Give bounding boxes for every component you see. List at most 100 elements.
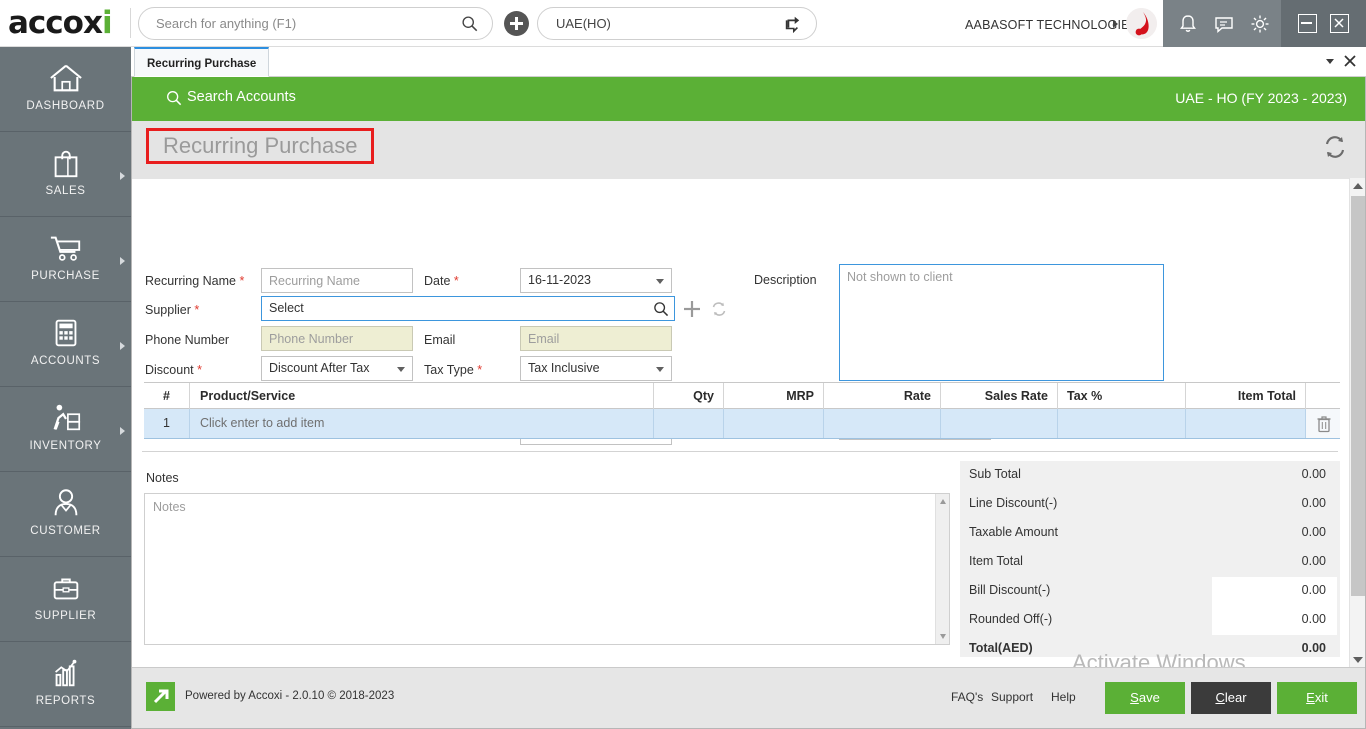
- sidebar-item-purchase[interactable]: PURCHASE: [0, 217, 131, 302]
- module-bar: Search Accounts UAE - HO (FY 2023 - 2023…: [132, 77, 1365, 121]
- sidebar: DASHBOARD SALES PURCHASE ACCOUNTS INVENT…: [0, 47, 131, 729]
- cell-mrp[interactable]: [724, 409, 824, 438]
- search-input[interactable]: [156, 8, 451, 39]
- col-header-item-total: Item Total: [1186, 383, 1306, 409]
- refresh-supplier-icon[interactable]: [710, 300, 728, 318]
- tab-recurring-purchase[interactable]: Recurring Purchase: [134, 47, 269, 77]
- sidebar-item-sales[interactable]: SALES: [0, 132, 131, 217]
- save-rest: ave: [1139, 690, 1160, 705]
- switch-branch-icon[interactable]: [783, 15, 801, 33]
- tax-type-select[interactable]: Tax Inclusive: [520, 356, 672, 381]
- notes-label: Notes: [146, 471, 179, 485]
- shopping-bag-icon: [47, 146, 85, 180]
- cell-tax[interactable]: [1058, 409, 1186, 438]
- faq-link[interactable]: FAQ's: [951, 690, 983, 704]
- global-search[interactable]: [138, 7, 493, 40]
- scroll-down-icon[interactable]: [1353, 657, 1363, 663]
- cell-rate[interactable]: [824, 409, 941, 438]
- branch-selector[interactable]: UAE(HO): [537, 7, 817, 40]
- shopping-cart-icon: [47, 231, 85, 265]
- chevron-down-icon[interactable]: [656, 279, 664, 284]
- sidebar-item-customer[interactable]: CUSTOMER: [0, 472, 131, 557]
- rounded-off-input[interactable]: 0.00: [1302, 612, 1326, 626]
- chevron-down-icon[interactable]: [656, 367, 664, 372]
- help-link[interactable]: Help: [1051, 690, 1076, 704]
- chevron-right-icon: [120, 342, 125, 350]
- description-label: Description: [754, 273, 817, 287]
- email-input[interactable]: [520, 326, 672, 351]
- date-label: Date *: [424, 274, 459, 288]
- discount-select[interactable]: Discount After Tax: [261, 356, 413, 381]
- tab-list-caret-icon[interactable]: [1326, 59, 1334, 64]
- recurring-name-label: Recurring Name *: [145, 274, 244, 288]
- clear-button[interactable]: Clear: [1191, 682, 1271, 714]
- exit-button[interactable]: Exit: [1277, 682, 1357, 714]
- chevron-down-icon[interactable]: [397, 367, 405, 372]
- bell-icon[interactable]: [1177, 13, 1199, 35]
- sidebar-item-inventory[interactable]: INVENTORY: [0, 387, 131, 472]
- support-link[interactable]: Support: [991, 690, 1033, 704]
- bar-chart-icon: [47, 656, 85, 690]
- sidebar-item-accounts[interactable]: ACCOUNTS: [0, 302, 131, 387]
- search-accounts-link[interactable]: Search Accounts: [187, 89, 296, 105]
- quick-add-button[interactable]: [504, 11, 529, 36]
- total-value: 0.00: [1302, 496, 1326, 510]
- cell-qty[interactable]: [654, 409, 724, 438]
- cell-item-total[interactable]: [1186, 409, 1306, 438]
- cell-product-placeholder[interactable]: Click enter to add item: [190, 409, 654, 438]
- add-supplier-icon[interactable]: [683, 300, 701, 318]
- powered-by-text: Powered by Accoxi - 2.0.10 © 2018-2023: [185, 690, 394, 702]
- supplier-select[interactable]: Select: [261, 296, 675, 321]
- scrollbar-thumb[interactable]: [1351, 196, 1365, 596]
- close-button[interactable]: [1330, 14, 1349, 33]
- tab-close-icon[interactable]: [1344, 55, 1356, 67]
- email-label: Email: [424, 333, 455, 347]
- minimize-button[interactable]: [1298, 14, 1317, 33]
- page-title: Recurring Purchase: [146, 128, 374, 164]
- search-icon[interactable]: [653, 301, 669, 317]
- briefcase-icon: [47, 571, 85, 605]
- description-textarea[interactable]: Not shown to client: [839, 264, 1164, 381]
- bill-discount-input[interactable]: 0.00: [1302, 583, 1326, 597]
- phone-number-label: Phone Number: [145, 333, 229, 347]
- sidebar-item-reports[interactable]: REPORTS: [0, 642, 131, 727]
- scroll-up-icon[interactable]: [1353, 183, 1363, 189]
- sidebar-item-dashboard[interactable]: DASHBOARD: [0, 47, 131, 132]
- sidebar-item-label: DASHBOARD: [0, 100, 131, 112]
- cell-sales-rate[interactable]: [941, 409, 1058, 438]
- col-header-qty: Qty: [654, 383, 724, 409]
- date-picker[interactable]: 16-11-2023: [520, 268, 672, 293]
- search-icon[interactable]: [166, 90, 182, 106]
- col-header-rate: Rate: [824, 383, 941, 409]
- search-icon[interactable]: [461, 15, 478, 32]
- notes-textarea[interactable]: Notes: [144, 493, 950, 645]
- total-label: Bill Discount(-): [969, 583, 1050, 597]
- recurring-name-input[interactable]: [261, 268, 413, 293]
- avatar[interactable]: [1126, 8, 1157, 39]
- gear-icon[interactable]: [1249, 13, 1271, 35]
- total-row-bill-discount[interactable]: Bill Discount(-) 0.00: [960, 577, 1340, 606]
- exit-rest: xit: [1315, 690, 1328, 705]
- fiscal-context: UAE - HO (FY 2023 - 2023): [1175, 90, 1347, 106]
- company-caret-icon[interactable]: [1113, 20, 1118, 28]
- save-button[interactable]: Save: [1105, 682, 1185, 714]
- main-scrollbar[interactable]: [1349, 178, 1365, 668]
- table-row[interactable]: 1 Click enter to add item: [144, 409, 1340, 439]
- scroll-down-icon[interactable]: [940, 634, 946, 639]
- discount-label: Discount *: [145, 363, 202, 377]
- phone-number-input[interactable]: [261, 326, 413, 351]
- warehouse-worker-icon: [47, 401, 85, 435]
- total-label: Line Discount(-): [969, 496, 1057, 510]
- message-icon[interactable]: [1213, 13, 1235, 35]
- scroll-up-icon[interactable]: [940, 499, 946, 504]
- user-icon: [47, 486, 85, 520]
- calculator-icon: [47, 316, 85, 350]
- refresh-icon[interactable]: [1321, 133, 1349, 161]
- branch-value: UAE(HO): [556, 16, 611, 31]
- trash-icon[interactable]: [1316, 415, 1332, 433]
- total-row-rounded-off[interactable]: Rounded Off(-) 0.00: [960, 606, 1340, 635]
- sidebar-item-label: INVENTORY: [0, 440, 131, 452]
- sidebar-item-supplier[interactable]: SUPPLIER: [0, 557, 131, 642]
- notes-scrollbar[interactable]: [935, 494, 949, 644]
- total-value: 0.00: [1302, 525, 1326, 539]
